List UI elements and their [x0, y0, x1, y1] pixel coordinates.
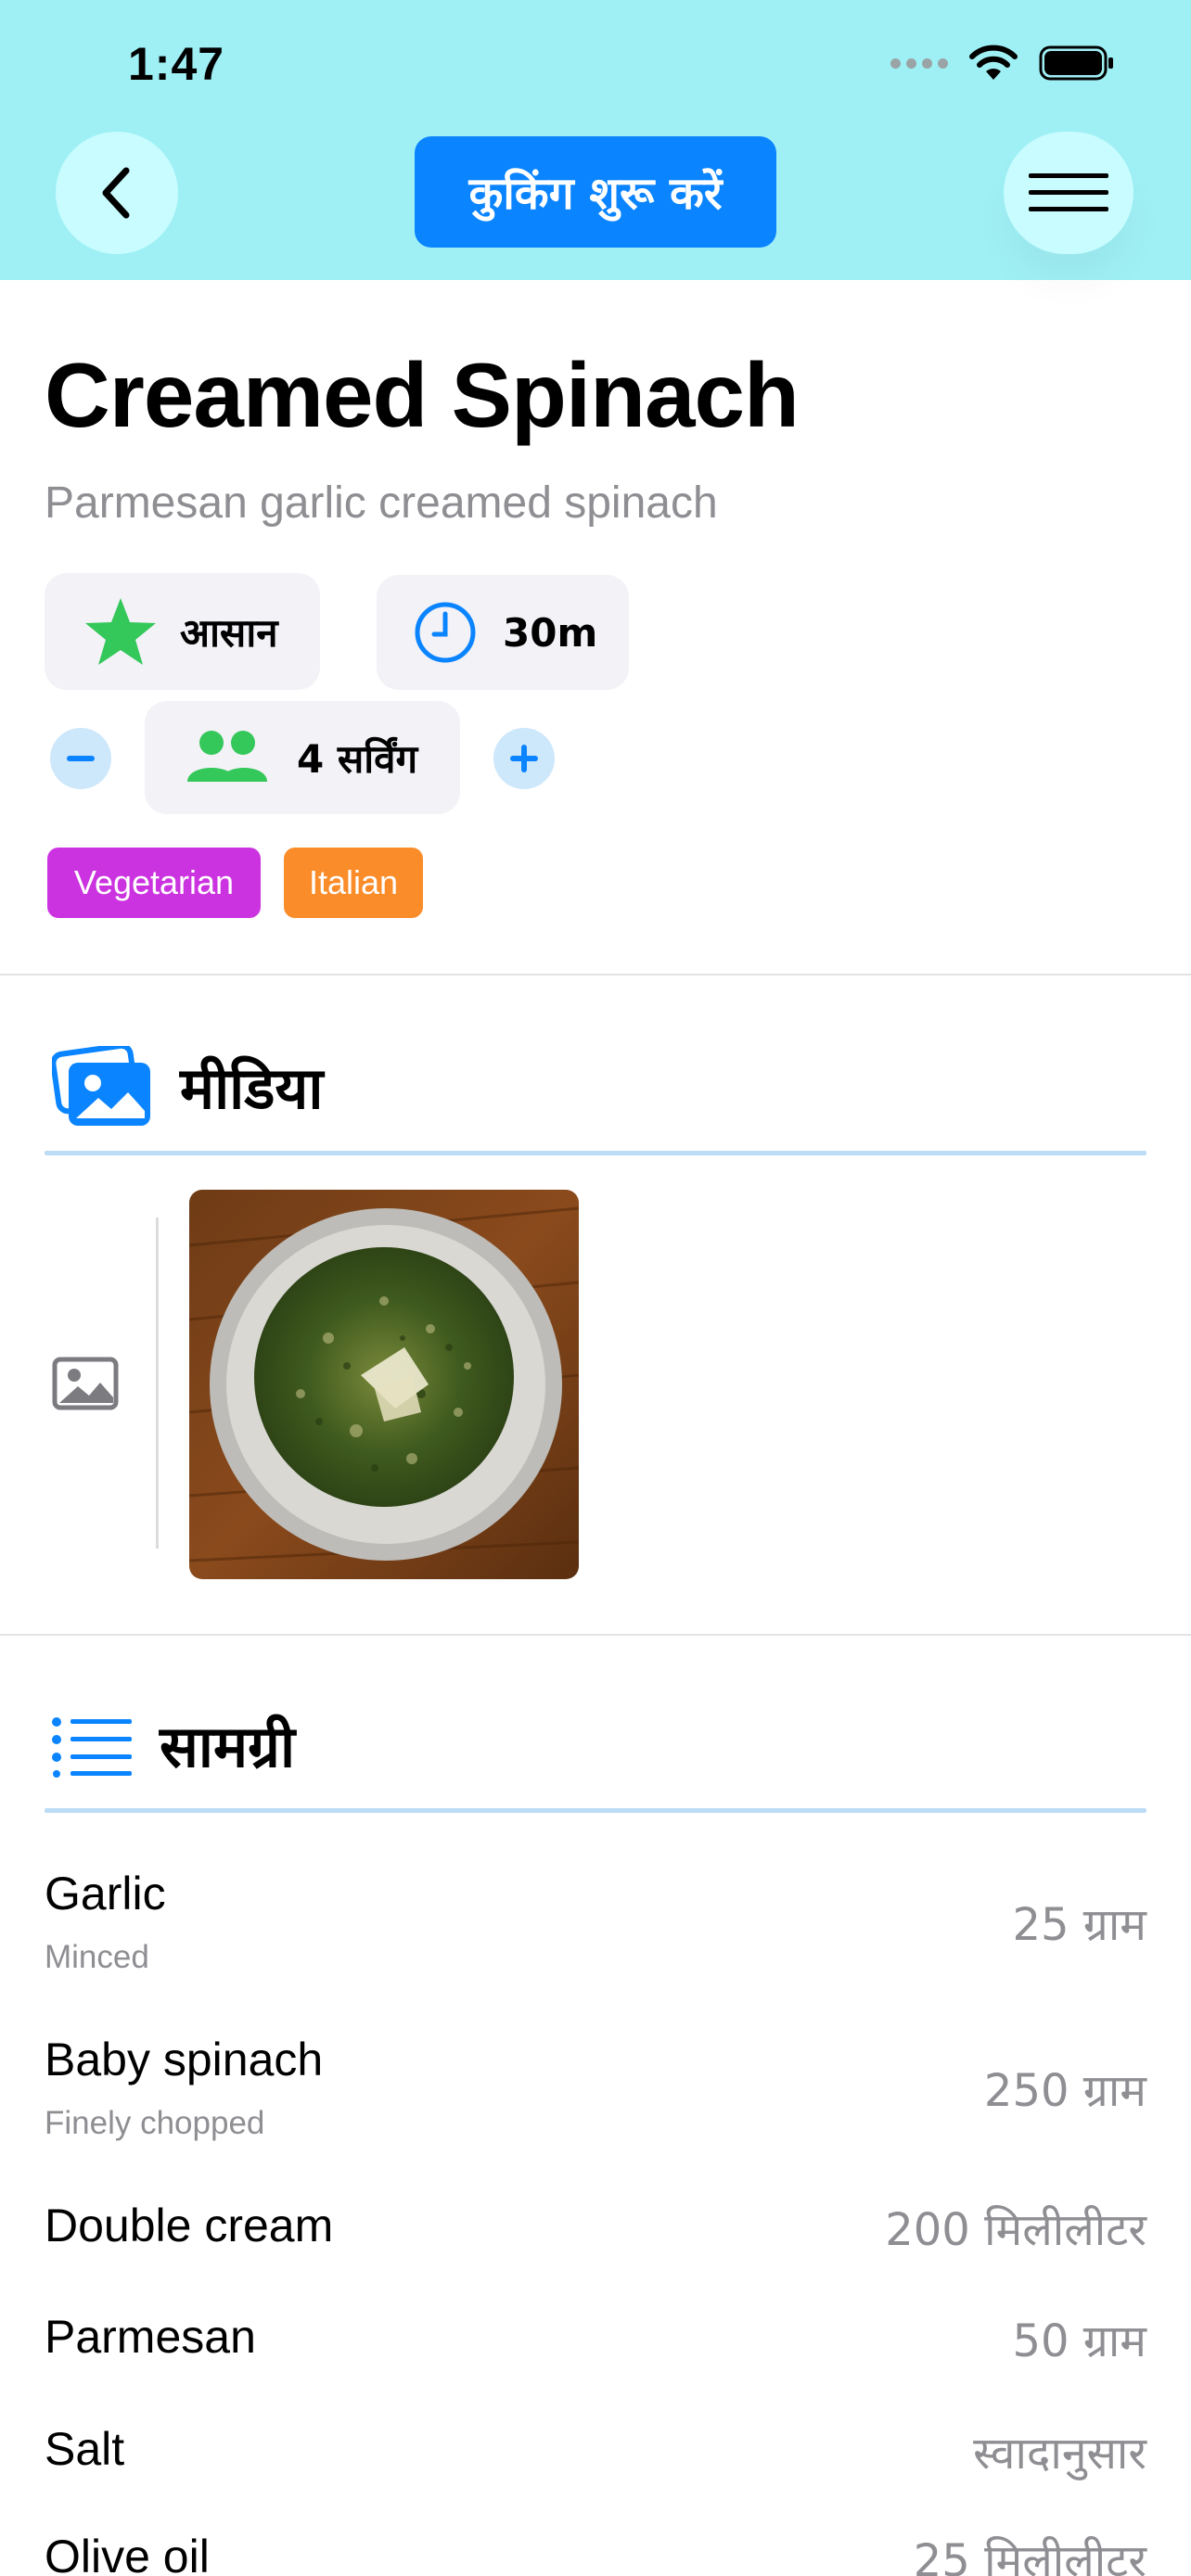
difficulty-label: आसान — [180, 609, 278, 656]
recipe-title: Creamed Spinach — [45, 344, 800, 446]
plus-icon — [510, 745, 538, 772]
ingredient-quantity: 250 ग्राम — [983, 2065, 1146, 2117]
section-divider — [0, 1634, 1191, 1636]
clock-icon — [415, 602, 476, 663]
servings-chip: 4 सर्विंग — [145, 701, 460, 814]
creamed-spinach-photo — [189, 1190, 579, 1579]
ingredient-note: Minced — [45, 1939, 149, 1975]
decrease-servings-button[interactable] — [50, 728, 111, 789]
time-label: 30m — [503, 609, 598, 656]
media-section-rule — [45, 1151, 1146, 1155]
tag-italian[interactable]: Italian — [284, 848, 423, 918]
ingredient-name: Double cream — [45, 2200, 334, 2251]
chevron-left-icon — [102, 167, 130, 219]
section-divider — [0, 974, 1191, 976]
minus-icon — [67, 756, 95, 761]
photos-icon — [52, 1046, 150, 1126]
media-section-title: मीडिया — [180, 1054, 324, 1122]
ingredient-name: Garlic — [45, 1868, 166, 1919]
media-separator — [156, 1218, 159, 1549]
start-cooking-button[interactable]: कुकिंग शुरू करें — [415, 136, 776, 248]
add-image-icon[interactable] — [52, 1357, 119, 1410]
hamburger-menu-icon — [1029, 173, 1108, 211]
ingredients-section-rule — [45, 1808, 1146, 1813]
ingredient-quantity: 25 ग्राम — [1012, 1899, 1146, 1951]
star-icon — [85, 598, 156, 665]
battery-icon — [1039, 45, 1113, 81]
ingredient-note: Finely chopped — [45, 2105, 265, 2141]
ingredient-quantity: स्वादानुसार — [973, 2428, 1146, 2480]
difficulty-chip: आसान — [45, 573, 320, 690]
menu-button[interactable] — [1004, 132, 1133, 254]
header-bar: 1:47 कुकिंग शुरू करें — [0, 0, 1191, 280]
ingredient-name: Olive oil — [45, 2531, 210, 2576]
ingredient-name: Baby spinach — [45, 2034, 324, 2085]
cellular-signal-icon — [890, 57, 948, 69]
ingredient-quantity: 25 मिलीलीटर — [913, 2535, 1146, 2576]
list-icon — [52, 1717, 132, 1778]
tag-vegetarian[interactable]: Vegetarian — [47, 848, 261, 918]
ingredient-name: Parmesan — [45, 2311, 256, 2363]
recipe-subtitle: Parmesan garlic creamed spinach — [45, 478, 718, 528]
time-chip: 30m — [377, 575, 629, 690]
ingredient-name: Salt — [45, 2423, 125, 2475]
ingredients-section-title: सामग्री — [160, 1713, 296, 1780]
increase-servings-button[interactable] — [493, 728, 555, 789]
people-icon — [187, 731, 267, 782]
ingredient-quantity: 50 ग्राम — [1012, 2315, 1146, 2367]
servings-label: 4 सर्विंग — [297, 735, 418, 782]
ingredient-quantity: 200 मिलीलीटर — [885, 2204, 1146, 2256]
back-button[interactable] — [56, 132, 178, 254]
recipe-photo[interactable] — [189, 1190, 579, 1579]
wifi-icon — [969, 45, 1018, 80]
status-time: 1:47 — [128, 38, 225, 90]
status-icons — [890, 45, 1115, 82]
